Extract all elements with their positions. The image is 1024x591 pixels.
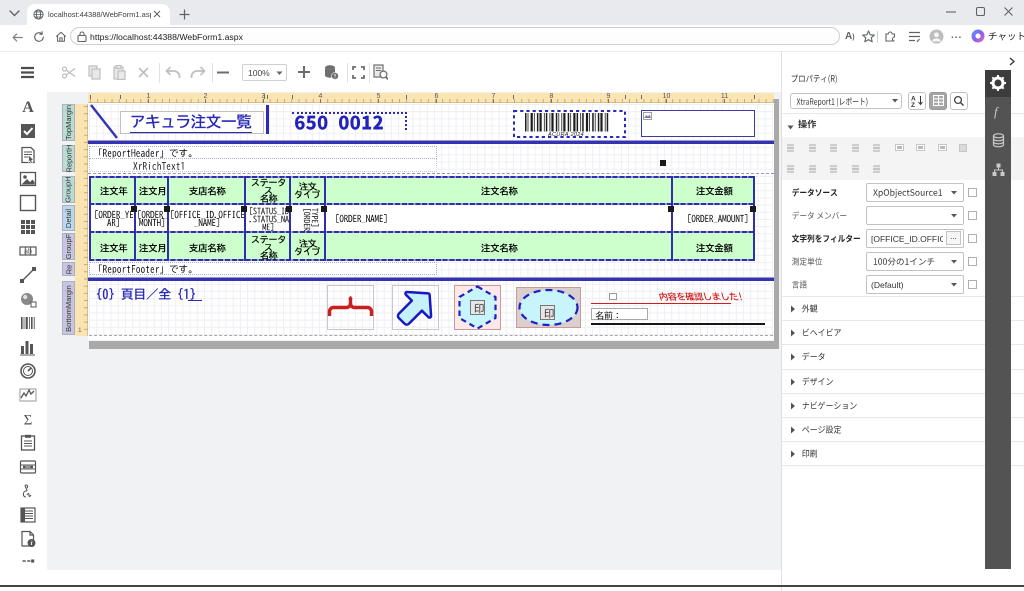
svg-text:Σ: Σ bbox=[24, 413, 33, 429]
svg-text:A: A bbox=[22, 99, 34, 116]
svg-text:i: i bbox=[31, 540, 33, 547]
svg-text:Z: Z bbox=[911, 102, 915, 107]
svg-text:f: f bbox=[994, 104, 1000, 119]
svg-text:ab: ab bbox=[24, 249, 32, 256]
svg-text:PDF: PDF bbox=[25, 465, 31, 469]
